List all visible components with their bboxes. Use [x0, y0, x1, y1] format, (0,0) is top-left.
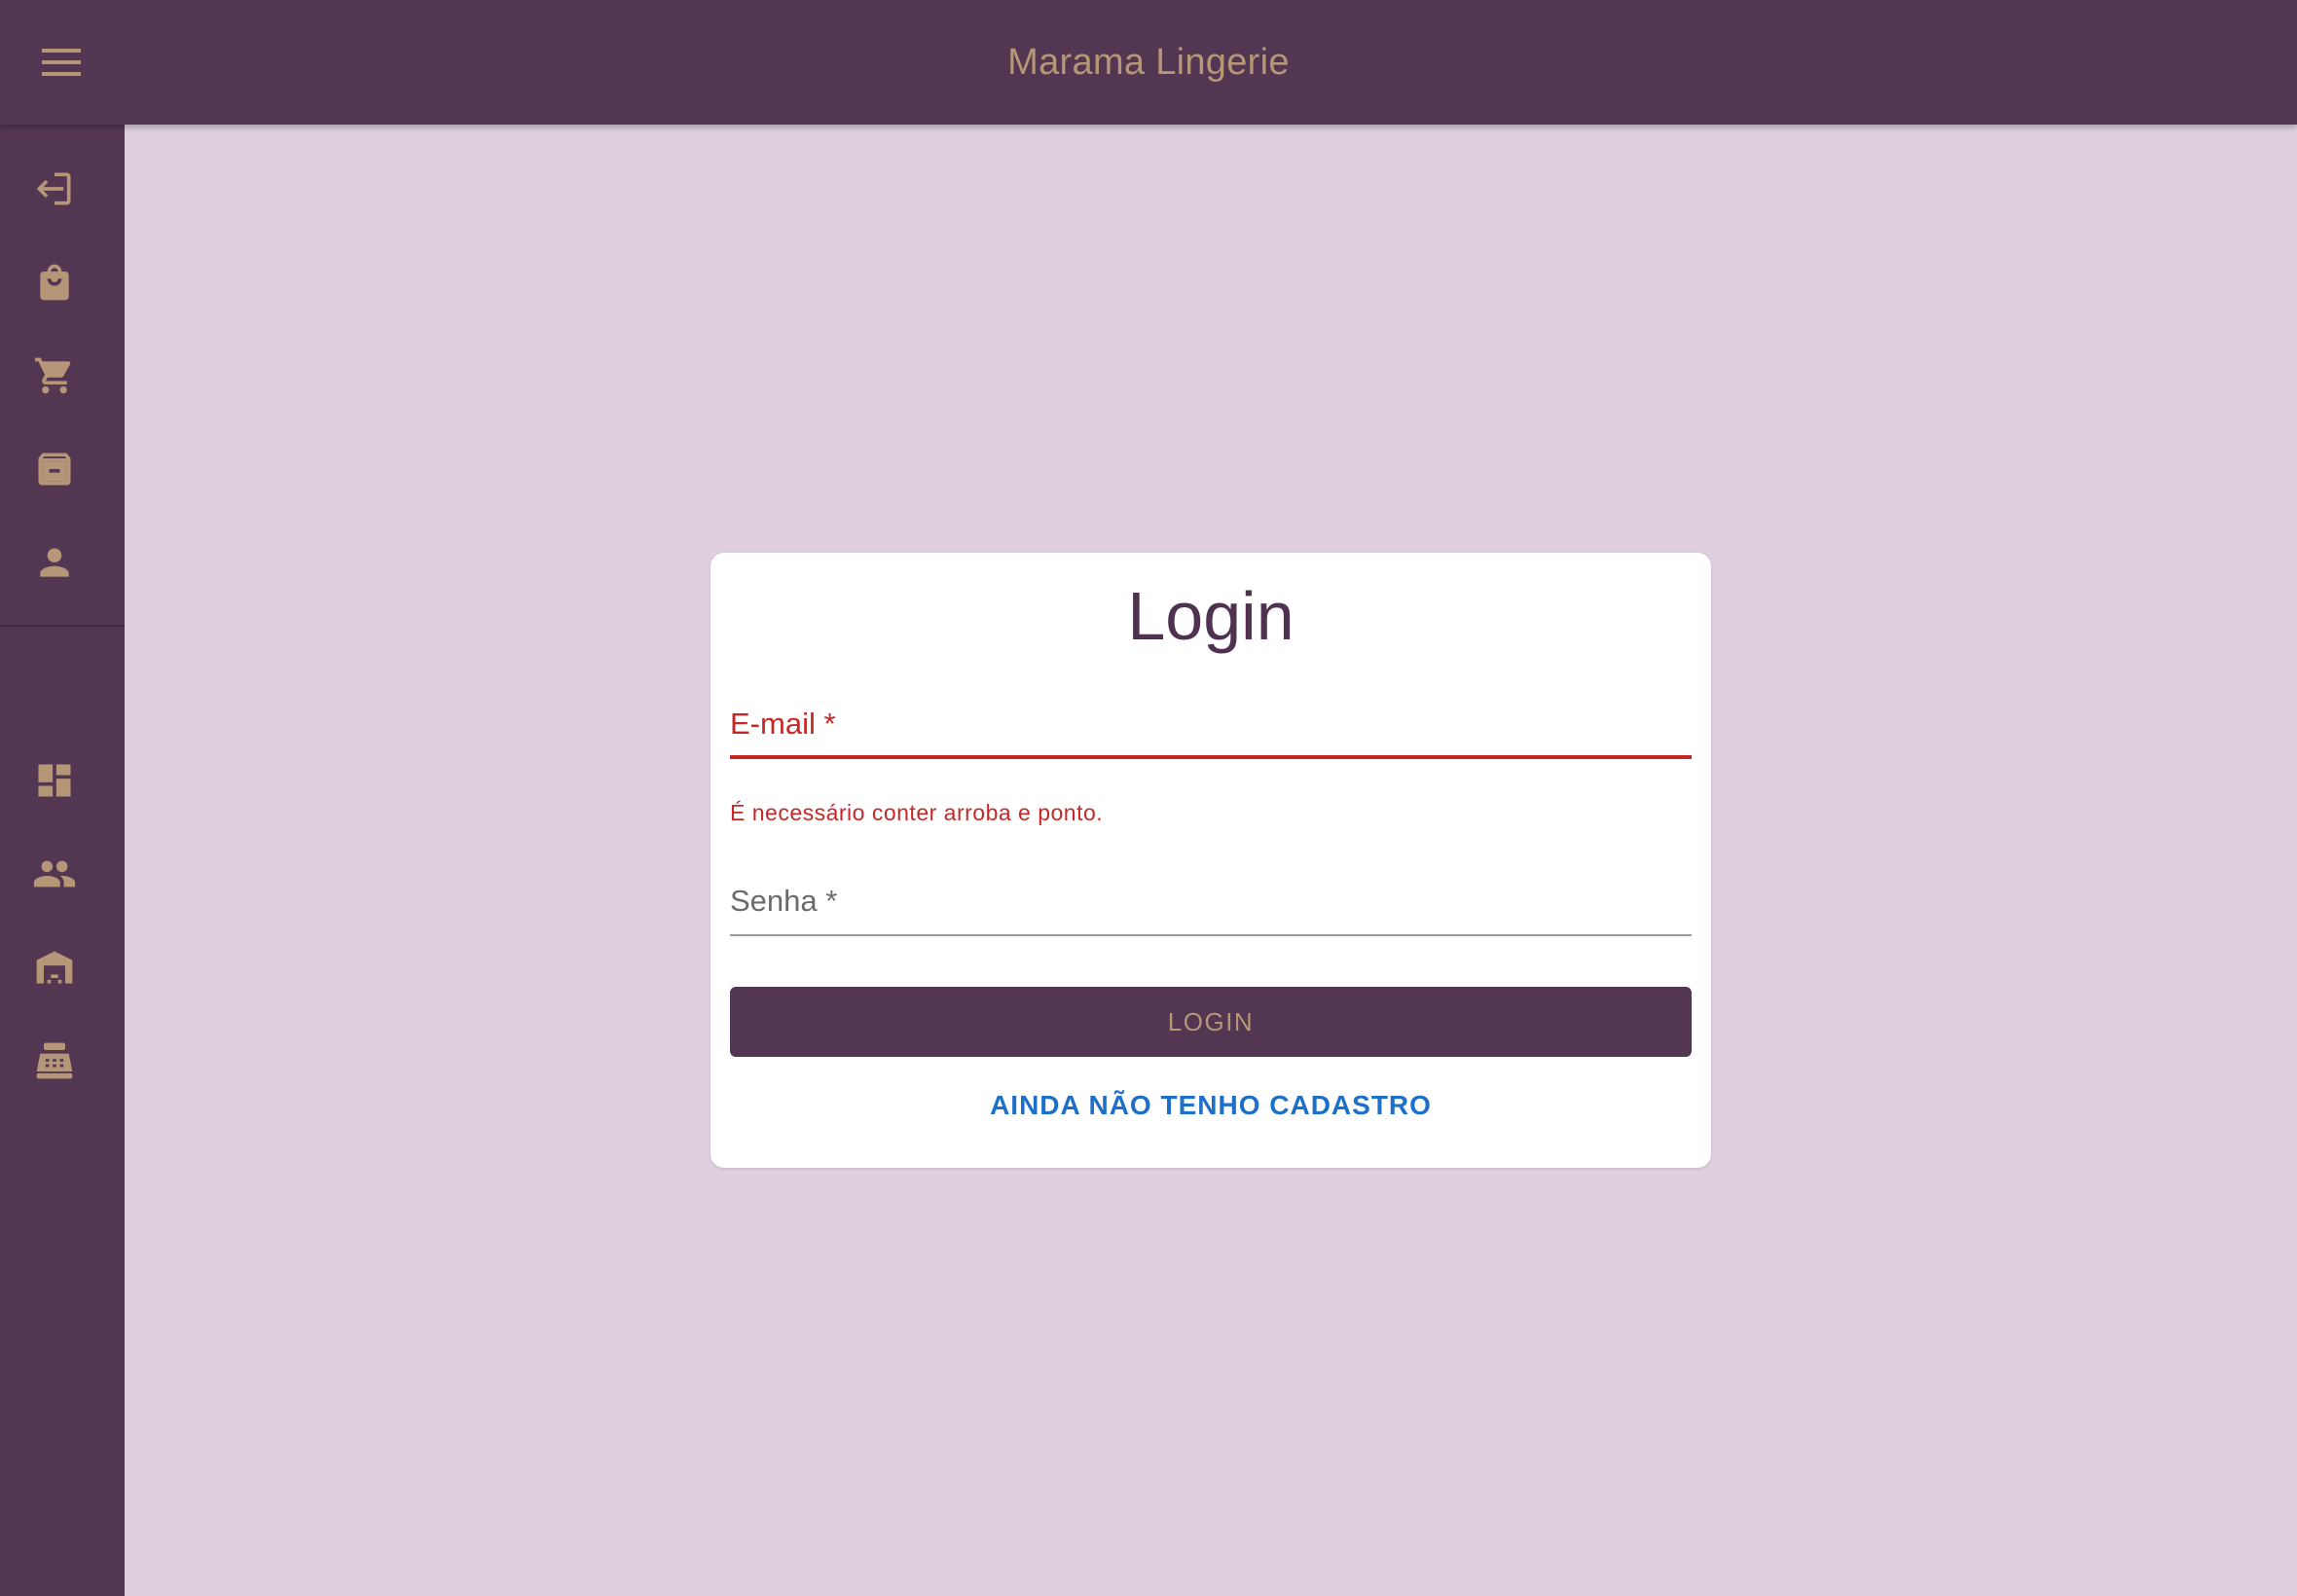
- person-icon: [40, 548, 69, 577]
- nav-item-cart[interactable]: [0, 337, 109, 415]
- email-underline: [730, 755, 1692, 759]
- login-card: Login E-mail * É necessário conter arrob…: [711, 553, 1711, 1168]
- password-underline: [730, 934, 1692, 936]
- app-root: Marama Lingerie Login E-mail * É necessá…: [0, 0, 2297, 1596]
- nav-divider: [0, 625, 125, 627]
- top-app-bar: Marama Lingerie: [0, 0, 2297, 125]
- login-button[interactable]: LOGIN: [730, 987, 1692, 1057]
- nav-item-cash-register[interactable]: [0, 1022, 109, 1100]
- register-link[interactable]: AINDA NÃO TENHO CADASTRO: [711, 1090, 1711, 1121]
- warehouse-icon: [36, 951, 73, 984]
- password-field[interactable]: Senha *: [730, 876, 1692, 936]
- nav-item-products[interactable]: [0, 243, 109, 321]
- nav-item-warehouse[interactable]: [0, 928, 109, 1006]
- app-title: Marama Lingerie: [1007, 42, 1290, 83]
- archive-icon: [38, 453, 71, 486]
- cash-register-icon: [36, 1042, 73, 1079]
- login-title: Login: [1127, 578, 1294, 654]
- people-icon: [33, 860, 76, 888]
- password-input[interactable]: [730, 893, 1692, 936]
- cart-icon: [34, 357, 71, 394]
- nav-item-dashboard[interactable]: [0, 742, 109, 819]
- dashboard-icon: [38, 764, 71, 797]
- nav-item-archive[interactable]: [0, 430, 109, 508]
- side-nav-rail: [0, 125, 125, 1596]
- nav-item-users[interactable]: [0, 835, 109, 913]
- login-icon: [36, 172, 71, 205]
- email-error-text: É necessário conter arroba e ponto.: [730, 800, 1104, 825]
- nav-item-login[interactable]: [0, 150, 109, 228]
- email-field[interactable]: E-mail *: [730, 699, 1692, 759]
- shopping-bag-icon: [40, 264, 69, 301]
- email-input[interactable]: [730, 716, 1692, 759]
- nav-item-profile[interactable]: [0, 524, 109, 601]
